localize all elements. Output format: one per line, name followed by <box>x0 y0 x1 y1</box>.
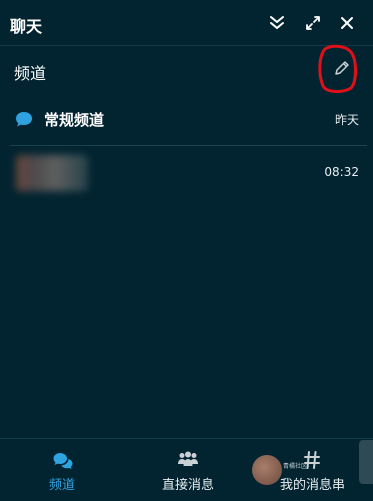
people-icon <box>178 451 198 466</box>
collapse-chevrons-icon[interactable] <box>268 14 286 32</box>
nav-label-direct-messages: 直接消息 <box>162 478 215 493</box>
expand-icon[interactable] <box>304 14 322 32</box>
chat-bubble-icon <box>16 112 32 127</box>
nav-tab-channels[interactable]: 频道 <box>30 439 94 501</box>
red-circle-annotation <box>318 44 357 93</box>
divider <box>10 145 367 146</box>
watermark-text: 青橘社区 <box>283 463 308 470</box>
bottom-navigation: 频道 直接消息 我的消息串 <box>0 438 373 500</box>
nav-tab-my-threads[interactable]: 我的消息串 <box>278 439 348 501</box>
panel-title: 聊天 <box>10 17 43 36</box>
nav-tab-direct-messages[interactable]: 直接消息 <box>155 439 221 501</box>
nav-label-channels: 频道 <box>49 478 76 493</box>
nav-label-my-threads: 我的消息串 <box>280 478 346 493</box>
watermark-logo <box>252 455 282 485</box>
chat-bubbles-icon <box>53 453 73 469</box>
side-scroll-tab[interactable] <box>359 440 373 484</box>
message-time: 08:32 <box>324 165 359 179</box>
close-icon[interactable] <box>338 14 356 32</box>
section-title: 频道 <box>14 64 47 83</box>
channel-time: 昨天 <box>334 113 359 127</box>
channel-name: 常规频道 <box>44 111 105 129</box>
chat-header: 聊天 <box>0 0 373 46</box>
blurred-avatar <box>16 155 88 191</box>
